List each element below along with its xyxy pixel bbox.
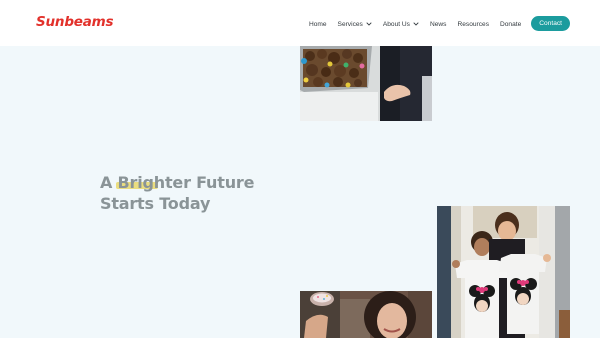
nav-item-label: About Us: [382, 20, 410, 28]
nav-item-label: News: [429, 20, 447, 28]
contact-button[interactable]: Contact: [531, 16, 570, 31]
photo-girls-tshirts: [437, 206, 570, 338]
nav-item-services[interactable]: Services: [338, 21, 372, 28]
page: Sunbeams Home Services About Us News Res…: [0, 0, 600, 338]
photo-woman-smiling: [300, 291, 432, 338]
nav-item-donate[interactable]: Donate: [500, 21, 521, 28]
main-nav: Home Services About Us News Resources Do…: [298, 16, 570, 31]
nav-item-about-us[interactable]: About Us: [383, 21, 419, 28]
hero-heading-line-2: Starts Today: [100, 194, 211, 213]
nav-item-label: Services: [337, 20, 363, 28]
chevron-down-icon: [366, 22, 372, 26]
nav-item-label: Donate: [500, 20, 522, 28]
site-header: Sunbeams Home Services About Us News Res…: [0, 0, 600, 46]
chevron-down-icon: [413, 22, 419, 26]
brand-logo[interactable]: Sunbeams: [36, 14, 114, 30]
hero-heading-line-1: A Brighter Future: [100, 173, 255, 192]
hero-heading: A Brighter Future Starts Today: [100, 172, 254, 214]
nav-item-news[interactable]: News: [430, 21, 447, 28]
nav-item-resources[interactable]: Resources: [457, 21, 489, 28]
photo-food-tray: [300, 46, 432, 121]
nav-item-label: Home: [308, 20, 327, 28]
nav-item-label: Resources: [457, 20, 489, 28]
nav-item-home[interactable]: Home: [309, 21, 327, 28]
